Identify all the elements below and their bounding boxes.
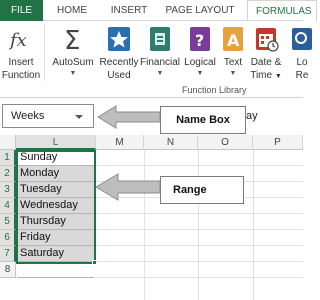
name-box-dropdown-icon[interactable] [75,115,83,119]
date-time-button[interactable]: Date & Time ▼ [249,25,283,85]
name-box-callout-text: Name Box [176,114,230,126]
gridlines [96,150,303,300]
formula-input-text: ay [246,110,258,122]
svg-text:?: ? [195,31,204,50]
recently-used-button[interactable]: Recently Used [100,25,138,85]
fx-icon: fx [8,30,27,51]
tab-home[interactable]: HOME [50,0,94,21]
formula-bar: Weeks ay [0,99,303,135]
worksheet-grid: L M N O P 1 2 3 4 5 6 7 8 Sunday Monday … [0,135,303,300]
financial-button[interactable]: Financial ▼ [140,25,180,85]
autosum-button[interactable]: Σ AutoSum ▼ [50,25,96,85]
tab-insert[interactable]: INSERT [103,0,155,21]
insert-function-label-1: Insert [8,57,34,68]
function-library-group-label: Function Library [182,85,247,95]
insert-function-button[interactable]: fx Insert Function [2,25,40,85]
text-a-icon: A [223,27,243,51]
tab-page-layout[interactable]: PAGE LAYOUT [160,0,240,21]
financial-book-icon [150,27,170,51]
fill-handle[interactable] [92,260,97,265]
svg-text:fx: fx [8,30,27,51]
calendar-clock-icon [256,28,279,52]
lookup-label-1: Lo [296,57,308,68]
ribbon-formulas: fx Insert Function Σ AutoSum ▼ Recently … [0,21,312,98]
logical-question-icon: ? [190,27,210,51]
name-box-callout: Name Box [160,106,246,134]
svg-text:Σ: Σ [64,26,80,53]
range-callout: Range [160,176,244,204]
star-book-icon [108,27,130,51]
ribbon-tab-bar: FILE HOME INSERT PAGE LAYOUT FORMULAS [0,0,317,22]
svg-text:A: A [227,31,240,50]
lookup-reference-button[interactable]: Lo Re [285,25,319,85]
lookup-icon [292,28,312,50]
date-time-label-2-text: Time [250,70,273,81]
range-callout-text: Range [173,184,207,196]
tab-formulas[interactable]: FORMULAS [247,0,317,22]
name-box[interactable]: Weeks [2,104,94,128]
autosum-sigma-icon: Σ [64,26,80,53]
name-box-value: Weeks [11,110,45,122]
insert-function-label-2: Function [1,70,41,81]
tab-file[interactable]: FILE [0,0,43,21]
logical-button[interactable]: ? Logical ▼ [182,25,218,85]
lookup-label-2: Re [295,70,309,81]
